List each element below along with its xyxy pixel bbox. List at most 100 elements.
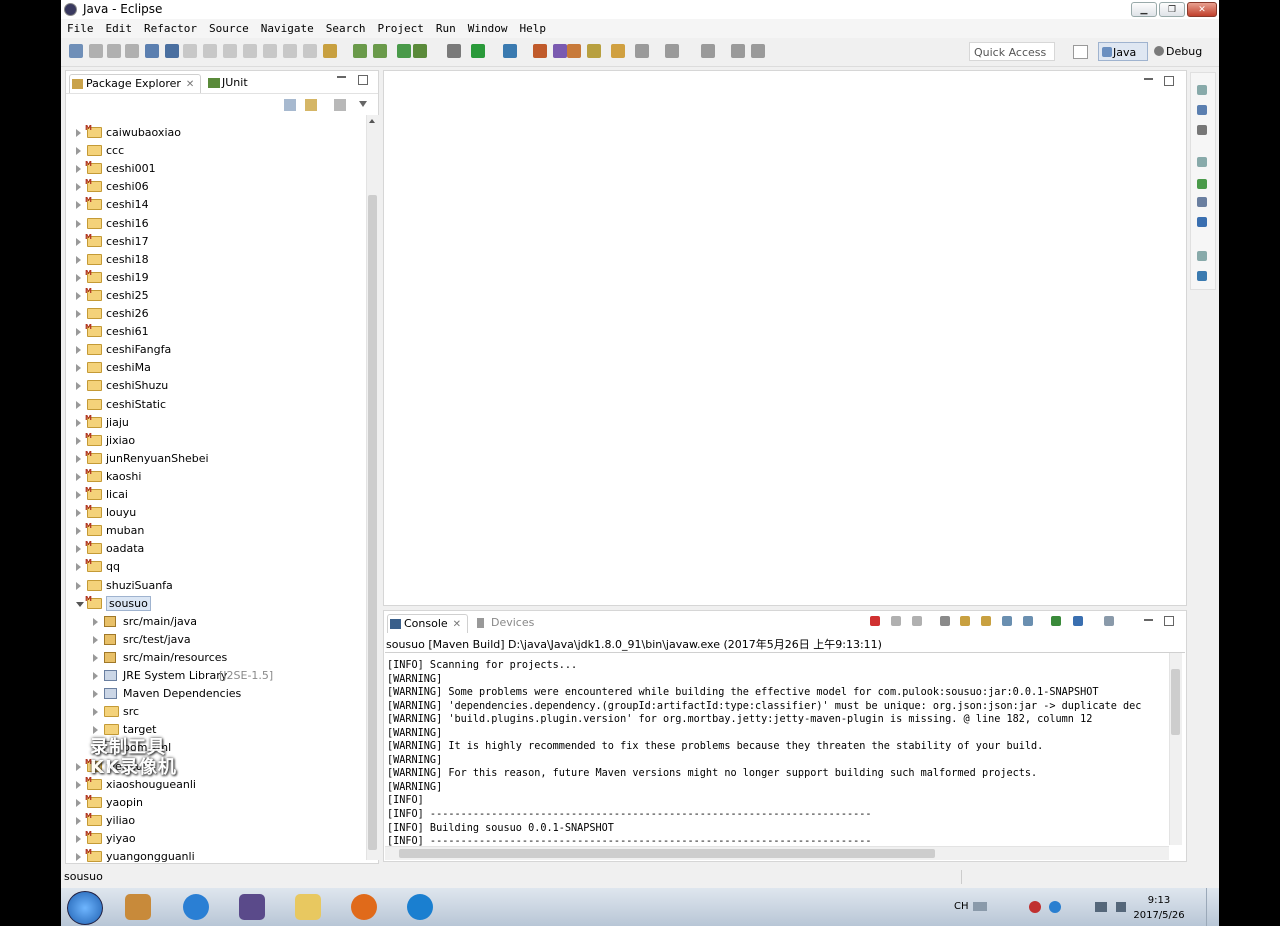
collapsed-arrow-icon[interactable]	[76, 291, 81, 300]
tray-kk-icon[interactable]	[1049, 901, 1061, 913]
collapsed-arrow-icon[interactable]	[76, 165, 81, 174]
menu-window[interactable]: Window	[462, 19, 514, 38]
project-ceshi001[interactable]: ceshi001	[66, 160, 364, 178]
toolbar-button-24[interactable]	[567, 44, 581, 58]
project-shuziSuanfa[interactable]: shuziSuanfa	[66, 577, 364, 595]
menu-source[interactable]: Source	[203, 19, 255, 38]
maximize-console-icon[interactable]	[1164, 616, 1174, 626]
start-button[interactable]	[67, 891, 103, 925]
project-xiaoshougueanli[interactable]: xiaoshougueanli	[66, 776, 364, 794]
clear-console-icon[interactable]	[940, 616, 950, 626]
open-perspective-icon[interactable]	[1073, 45, 1088, 59]
collapsed-arrow-icon[interactable]	[76, 436, 81, 445]
restore-icon[interactable]	[1197, 85, 1207, 95]
collapsed-arrow-icon[interactable]	[93, 690, 98, 699]
toolbar-button-28[interactable]	[665, 44, 679, 58]
minimize-editor-icon[interactable]	[1144, 78, 1153, 80]
toolbar-button-29[interactable]	[701, 44, 715, 58]
tree-item-src-test-java[interactable]: src/test/java	[66, 631, 364, 649]
console-scrollbar[interactable]	[1169, 653, 1182, 845]
volume-icon[interactable]	[1116, 902, 1126, 912]
close-icon[interactable]: ✕	[453, 619, 461, 630]
toolbar-button-12[interactable]	[283, 44, 297, 58]
collapsed-arrow-icon[interactable]	[76, 147, 81, 156]
collapsed-arrow-icon[interactable]	[76, 364, 81, 373]
link-with-editor-icon[interactable]	[305, 99, 317, 111]
collapsed-arrow-icon[interactable]	[93, 653, 98, 662]
clock[interactable]: 9:13 2017/5/26	[1131, 893, 1187, 923]
collapsed-arrow-icon[interactable]	[76, 237, 81, 246]
console-hscroll-thumb[interactable]	[399, 849, 935, 858]
collapse-all-icon[interactable]	[284, 99, 296, 111]
project-yuangongguanli[interactable]: yuangongguanli	[66, 848, 364, 866]
project-ceshi61[interactable]: ceshi61	[66, 323, 364, 341]
collapsed-arrow-icon[interactable]	[76, 454, 81, 463]
toolbar-button-17[interactable]	[397, 44, 411, 58]
collapsed-arrow-icon[interactable]	[76, 581, 81, 590]
minimize-console-icon[interactable]	[1144, 619, 1153, 621]
project-ceshiFangfa[interactable]: ceshiFangfa	[66, 341, 364, 359]
toolbar-button-22[interactable]	[533, 44, 547, 58]
project-ceshiShuzu[interactable]: ceshiShuzu	[66, 377, 364, 395]
taskbar-app-explorer[interactable]	[283, 891, 333, 923]
project-ceshi14[interactable]: ceshi14	[66, 196, 364, 214]
project-qq[interactable]: qq	[66, 558, 364, 576]
menu-file[interactable]: File	[61, 19, 100, 38]
tree-item-src-main-java[interactable]: src/main/java	[66, 613, 364, 631]
show-on-error-icon[interactable]	[1023, 616, 1033, 626]
menu-run[interactable]: Run	[430, 19, 462, 38]
minimize-button[interactable]: ▁	[1131, 2, 1157, 17]
collapsed-arrow-icon[interactable]	[76, 853, 81, 861]
toolbar-button-11[interactable]	[263, 44, 277, 58]
tree-item-src[interactable]: src	[66, 703, 364, 721]
tree-item-jre-system-library[interactable]: JRE System Library [J2SE-1.5]	[66, 667, 364, 685]
collapsed-arrow-icon[interactable]	[93, 635, 98, 644]
collapsed-arrow-icon[interactable]	[93, 708, 98, 717]
collapsed-arrow-icon[interactable]	[76, 563, 81, 572]
minimize-view-icon[interactable]	[337, 76, 346, 78]
toolbar-button-14[interactable]	[323, 44, 337, 58]
collapsed-arrow-icon[interactable]	[76, 273, 81, 282]
explorer-scroll-thumb[interactable]	[368, 195, 377, 850]
collapsed-arrow-icon[interactable]	[93, 672, 98, 680]
project-jiaju[interactable]: jiaju	[66, 414, 364, 432]
filter-icon[interactable]	[334, 99, 346, 111]
tab-console[interactable]: Console ✕	[387, 614, 469, 633]
project-jixiao[interactable]: jixiao	[66, 432, 364, 450]
project-ceshi19[interactable]: ceshi19	[66, 269, 364, 287]
toolbar-button-4[interactable]	[125, 44, 139, 58]
word-wrap-icon[interactable]	[981, 616, 991, 626]
toolbar-button-18[interactable]	[413, 44, 427, 58]
terminate-icon[interactable]	[870, 616, 880, 626]
restore-icon[interactable]	[1197, 251, 1207, 261]
toolbar-button-6[interactable]	[165, 44, 179, 58]
pin-console-icon[interactable]	[1051, 616, 1061, 626]
show-on-output-icon[interactable]	[1002, 616, 1012, 626]
show-desktop-button[interactable]	[1206, 888, 1219, 926]
taskbar-app-kk-recorder[interactable]	[395, 891, 445, 923]
project-ccc[interactable]: ccc	[66, 142, 364, 160]
outline-icon[interactable]	[1197, 105, 1207, 115]
console-icon[interactable]	[1197, 217, 1207, 227]
collapsed-arrow-icon[interactable]	[76, 255, 81, 264]
menu-refactor[interactable]: Refactor	[138, 19, 203, 38]
taskbar-app-eclipse[interactable]	[227, 891, 277, 923]
network-icon[interactable]	[1095, 902, 1107, 912]
maximize-editor-icon[interactable]	[1164, 76, 1174, 86]
console-output[interactable]: [INFO] Scanning for projects... [WARNING]…	[387, 659, 1167, 849]
taskbar-app-media[interactable]	[113, 891, 163, 923]
collapsed-arrow-icon[interactable]	[76, 491, 81, 499]
collapsed-arrow-icon[interactable]	[76, 382, 81, 391]
keyboard-icon[interactable]	[973, 902, 987, 911]
collapsed-arrow-icon[interactable]	[76, 346, 81, 355]
menu-search[interactable]: Search	[320, 19, 372, 38]
close-icon[interactable]: ✕	[186, 79, 194, 90]
collapsed-arrow-icon[interactable]	[76, 780, 81, 789]
view-menu-icon[interactable]	[359, 101, 367, 107]
remove-all-icon[interactable]	[912, 616, 922, 626]
collapsed-arrow-icon[interactable]	[76, 129, 81, 137]
project-ceshi25[interactable]: ceshi25	[66, 287, 364, 305]
toolbar-button-26[interactable]	[611, 44, 625, 58]
toolbar-button-1[interactable]	[69, 44, 83, 58]
project-louyu[interactable]: louyu	[66, 504, 364, 522]
